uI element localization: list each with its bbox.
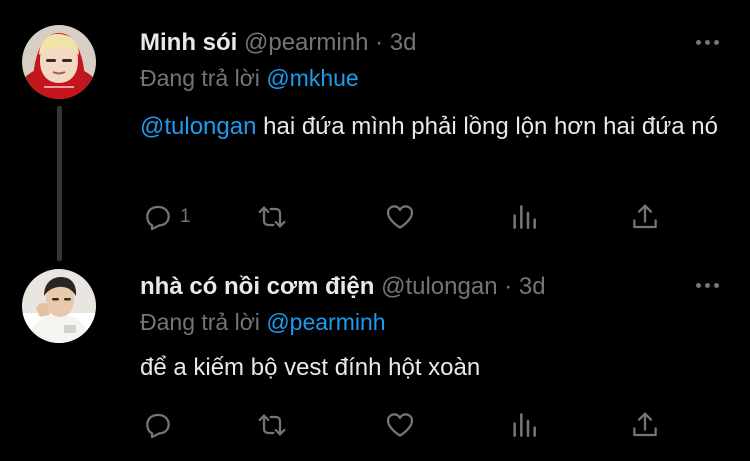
replying-to-label: Đang trả lời <box>140 65 260 91</box>
tweet-text-content: hai đứa mình phải lồng lộn hơn hai đứa n… <box>263 113 718 140</box>
retweet-icon <box>258 206 286 228</box>
like-icon <box>386 205 414 229</box>
tweet-text: để a kiếm bộ vest đính hột xoàn <box>140 350 720 385</box>
tweet-text: @tulongan hai đứa mình phải lồng lộn hơn… <box>140 109 720 144</box>
tweet-header: nhà có nồi cơm điện @tulongan · 3d <box>140 272 546 302</box>
share-icon <box>633 412 657 437</box>
action-bar <box>0 408 750 442</box>
retweet-button[interactable] <box>256 200 288 234</box>
reply-icon <box>146 205 170 231</box>
stats-button[interactable] <box>508 408 540 442</box>
stats-button[interactable] <box>508 200 540 234</box>
mention-link[interactable]: @tulongan <box>140 113 256 140</box>
retweet-button[interactable] <box>256 408 288 442</box>
like-button[interactable] <box>384 408 416 442</box>
timestamp[interactable]: 3d <box>519 273 546 300</box>
replying-to: Đang trả lời @mkhue <box>140 63 359 93</box>
action-bar: 1 <box>0 200 750 234</box>
display-name[interactable]: nhà có nồi cơm điện <box>140 273 374 300</box>
share-icon <box>633 204 657 229</box>
like-button[interactable] <box>384 200 416 234</box>
tweet[interactable]: nhà có nồi cơm điện @tulongan · 3d Đang … <box>0 245 750 461</box>
reply-button[interactable]: 1 <box>142 200 191 234</box>
handle[interactable]: @pearminh <box>244 29 368 56</box>
timestamp[interactable]: 3d <box>390 29 417 56</box>
share-button[interactable] <box>629 408 661 442</box>
replying-to: Đang trả lời @pearminh <box>140 307 386 337</box>
replying-to-handle[interactable]: @pearminh <box>266 309 385 335</box>
tweet[interactable]: Minh sói @pearminh · 3d Đang trả lời @mk… <box>0 0 750 261</box>
separator: · <box>504 273 513 300</box>
reply-count: 1 <box>180 206 191 227</box>
handle[interactable]: @tulongan <box>381 273 497 300</box>
replying-to-handle[interactable]: @mkhue <box>266 65 358 91</box>
reply-icon <box>146 413 170 439</box>
retweet-icon <box>258 414 286 436</box>
avatar[interactable] <box>22 269 96 343</box>
separator: · <box>375 29 384 56</box>
more-icon[interactable] <box>693 38 723 48</box>
thread-line <box>57 106 62 261</box>
share-button[interactable] <box>629 200 661 234</box>
tweet-text-content: để a kiếm bộ vest đính hột xoàn <box>140 354 481 381</box>
tweet-header: Minh sói @pearminh · 3d <box>140 28 416 58</box>
more-icon[interactable] <box>693 281 723 291</box>
avatar[interactable] <box>22 25 96 99</box>
like-icon <box>386 413 414 437</box>
stats-icon <box>513 205 536 229</box>
reply-button[interactable] <box>142 408 180 442</box>
display-name[interactable]: Minh sói <box>140 29 237 56</box>
replying-to-label: Đang trả lời <box>140 309 260 335</box>
stats-icon <box>513 413 536 437</box>
